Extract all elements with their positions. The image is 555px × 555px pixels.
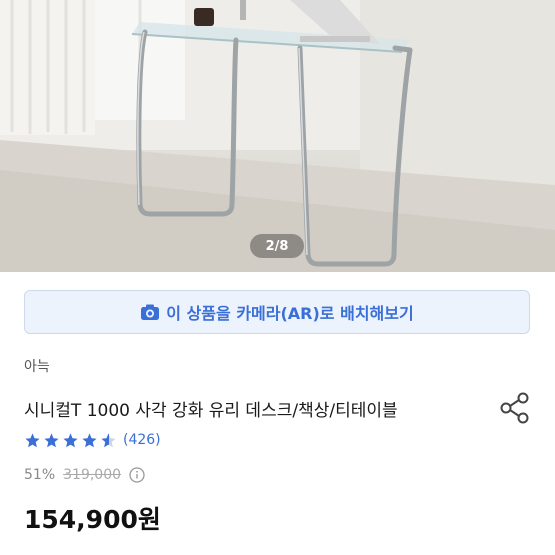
original-price: 319,000 bbox=[63, 467, 122, 483]
ar-placement-button[interactable]: 이 상품을 카메라(AR)로 배치해보기 bbox=[24, 290, 530, 334]
ar-button-label: 이 상품을 카메라(AR)로 배치해보기 bbox=[166, 304, 414, 323]
product-image-gallery[interactable]: 2/8 bbox=[0, 0, 555, 272]
image-counter: 2/8 bbox=[250, 234, 304, 258]
product-photo bbox=[0, 0, 555, 272]
star-icon bbox=[82, 432, 97, 447]
sale-price: 154,900원 bbox=[24, 505, 161, 534]
discount-row: 51% 319,000 bbox=[24, 467, 145, 483]
star-rating bbox=[24, 432, 117, 449]
star-icon bbox=[44, 432, 59, 447]
star-half-icon bbox=[101, 432, 116, 447]
info-icon[interactable] bbox=[129, 467, 145, 483]
camera-icon bbox=[141, 304, 160, 320]
star-icon bbox=[63, 432, 78, 447]
review-count[interactable]: (426) bbox=[123, 432, 161, 448]
share-icon[interactable] bbox=[497, 390, 533, 426]
discount-rate: 51% bbox=[24, 467, 56, 483]
product-title: 시니컬T 1000 사각 강화 유리 데스크/책상/티테이블 bbox=[24, 401, 398, 421]
rating-row[interactable]: (426) bbox=[24, 430, 161, 450]
star-icon bbox=[25, 432, 40, 447]
brand-name[interactable]: 아늑 bbox=[24, 356, 50, 376]
